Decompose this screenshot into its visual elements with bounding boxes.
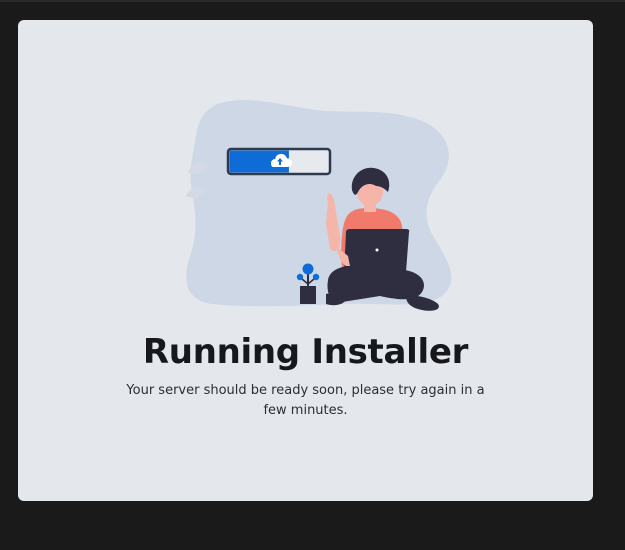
installer-illustration (186, 100, 452, 311)
page-title: Running Installer (142, 332, 469, 372)
status-message: Your server should be ready soon, please… (126, 383, 485, 418)
window-top-edge (0, 0, 625, 2)
installer-card: Running Installer Your server should be … (18, 20, 593, 501)
progress-bar (226, 147, 332, 176)
